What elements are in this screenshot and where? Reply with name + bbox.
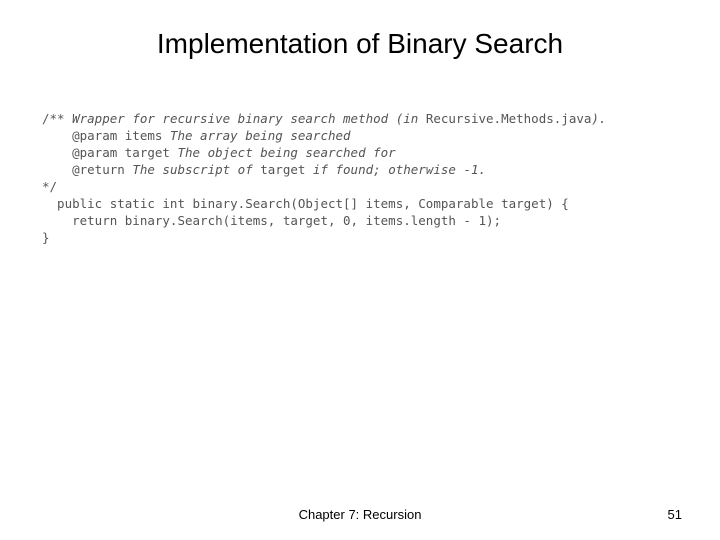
code-listing: /** Wrapper for recursive binary search … [42,110,678,246]
code-line-5: */ [42,179,57,194]
code-line-1: /** Wrapper for recursive binary search … [42,111,606,126]
code-line-3: @param target The object being searched … [42,145,396,160]
footer-page-number: 51 [668,507,682,522]
footer-chapter: Chapter 7: Recursion [0,507,720,522]
code-line-6: public static int binary.Search(Object[]… [42,196,569,211]
code-line-7: return binary.Search(items, target, 0, i… [42,213,501,228]
code-line-8: } [42,230,50,245]
code-line-4: @return The subscript of target if found… [42,162,486,177]
code-line-2: @param items The array being searched [42,128,351,143]
page-title: Implementation of Binary Search [0,28,720,60]
slide: Implementation of Binary Search /** Wrap… [0,0,720,540]
